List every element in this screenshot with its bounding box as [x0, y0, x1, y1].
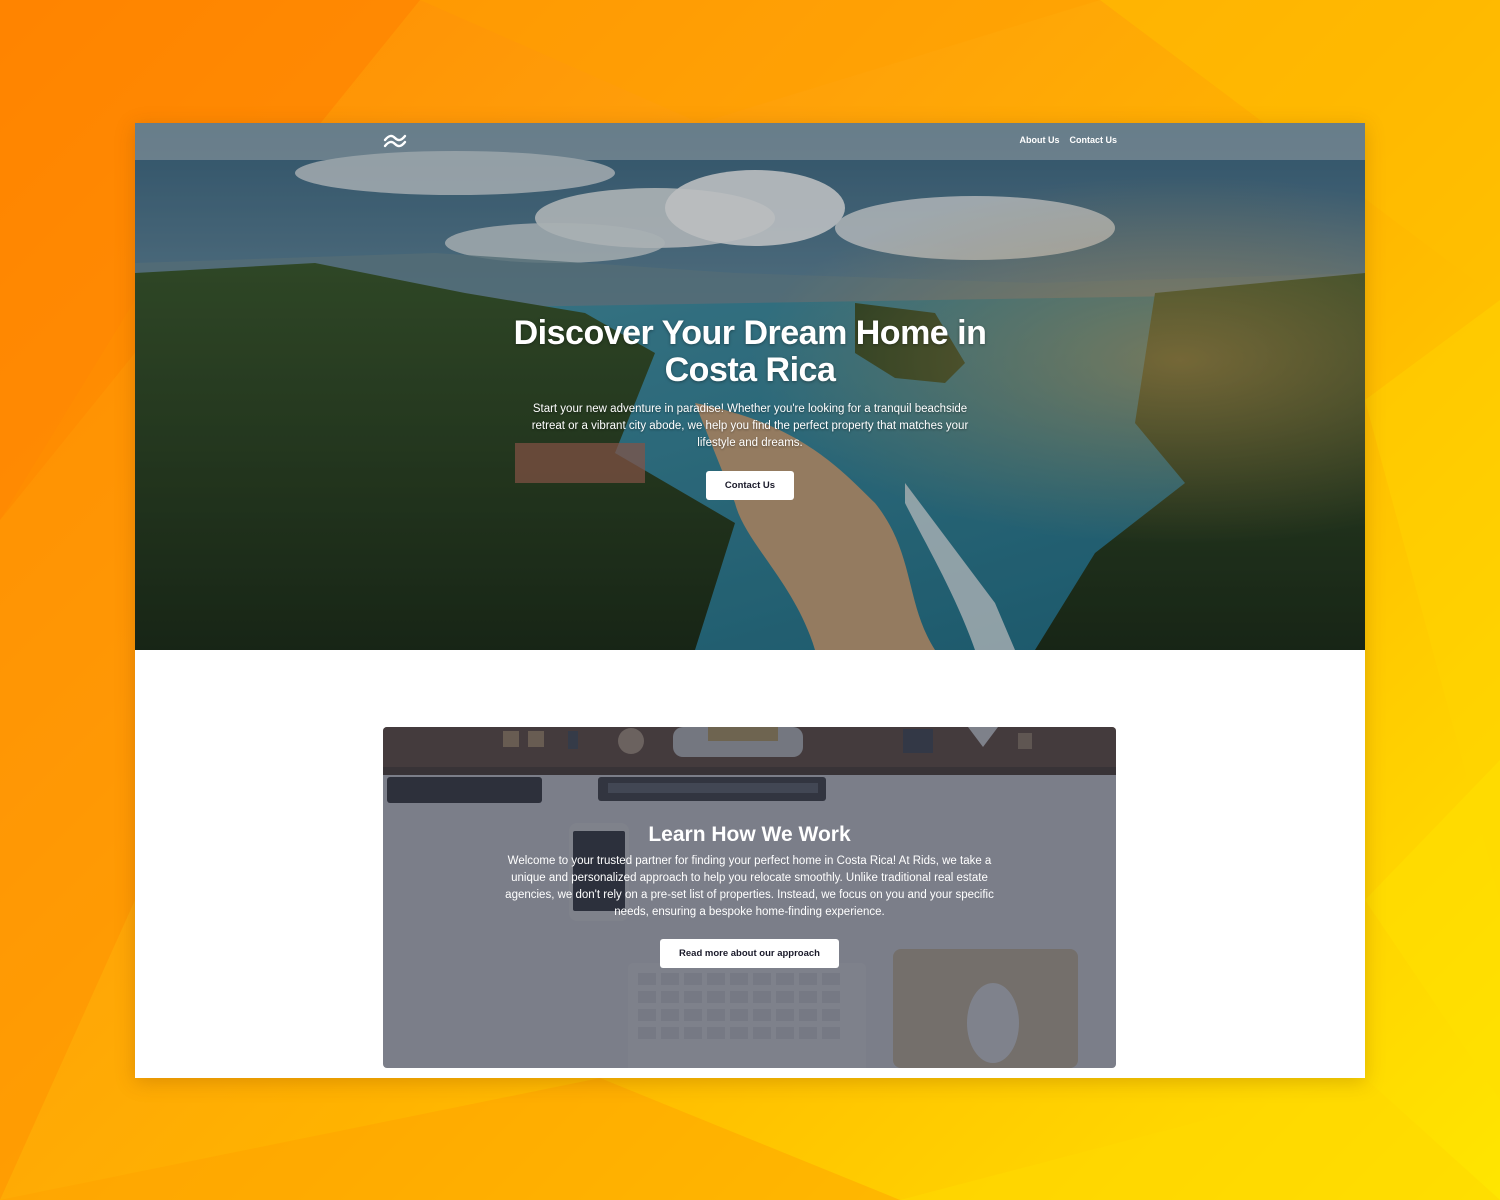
- nav-links: About Us Contact Us: [1019, 135, 1117, 145]
- hero-contact-button[interactable]: Contact Us: [705, 471, 795, 500]
- hero-title: Discover Your Dream Home in Costa Rica: [513, 314, 987, 389]
- learn-how-we-work-card: Learn How We Work Welcome to your truste…: [383, 727, 1116, 1068]
- hero-content: Discover Your Dream Home in Costa Rica S…: [500, 315, 1000, 500]
- nav-contact-us[interactable]: Contact Us: [1069, 135, 1117, 145]
- read-more-approach-button[interactable]: Read more about our approach: [660, 939, 839, 968]
- hero-section: About Us Contact Us Discover Your Dream …: [135, 123, 1365, 650]
- wave-logo-icon[interactable]: [383, 132, 407, 150]
- work-description: Welcome to your trusted partner for find…: [505, 855, 994, 918]
- hero-description: Start your new adventure in paradise! Wh…: [531, 403, 969, 449]
- top-navbar: About Us Contact Us: [135, 123, 1365, 160]
- nav-about-us[interactable]: About Us: [1019, 135, 1059, 145]
- website-screenshot: About Us Contact Us Discover Your Dream …: [135, 123, 1365, 1078]
- work-title: Learn How We Work: [648, 823, 851, 846]
- work-content: Learn How We Work Welcome to your truste…: [503, 823, 996, 968]
